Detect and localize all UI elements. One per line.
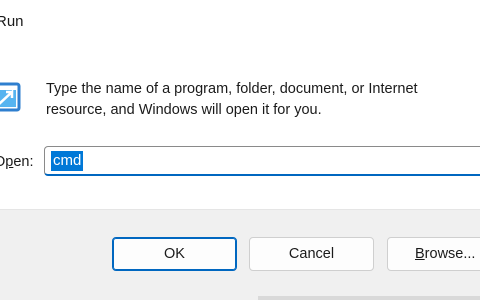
open-input-value: cmd: [51, 151, 84, 171]
window-title: Run: [0, 13, 24, 30]
open-label-rest: en:: [13, 154, 34, 170]
dialog-content: Type the name of a program, folder, docu…: [0, 46, 480, 209]
browse-accelerator: B: [415, 246, 425, 262]
open-input[interactable]: cmd: [44, 146, 480, 176]
description-line-2: resource, and Windows will open it for y…: [46, 102, 322, 118]
dialog-footer: OK Cancel Browse...: [0, 209, 480, 300]
ok-button[interactable]: OK: [112, 237, 237, 271]
description-line-1: Type the name of a program, folder, docu…: [46, 81, 418, 97]
browse-button[interactable]: Browse...: [387, 237, 480, 271]
browse-label-rest: rowse...: [424, 246, 476, 262]
cancel-button[interactable]: Cancel: [249, 237, 374, 271]
open-label: Open:: [0, 154, 34, 170]
dialog-description: Type the name of a program, folder, docu…: [46, 79, 480, 121]
run-dialog: Run Type the name of a program, folder, …: [0, 0, 480, 300]
window-edge-shadow: [258, 296, 480, 300]
run-dialog-icon: [0, 82, 21, 112]
title-bar[interactable]: Run: [0, 0, 480, 46]
